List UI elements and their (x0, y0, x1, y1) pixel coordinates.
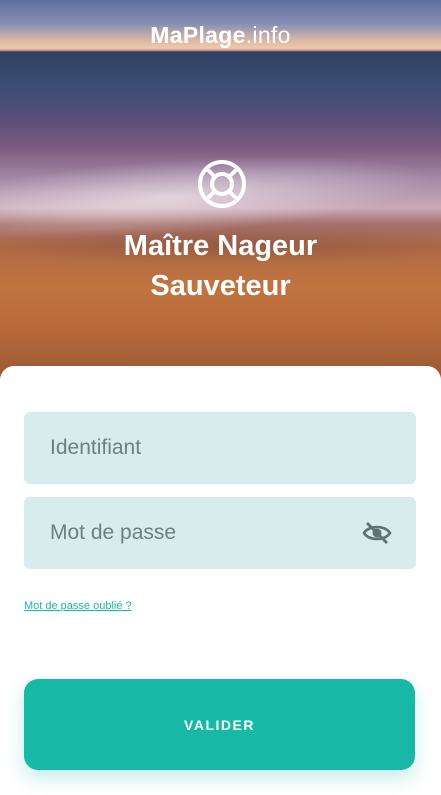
lifebuoy-icon (198, 160, 246, 208)
page-title: Maître Nageur Sauveteur (0, 226, 441, 306)
logo-tld: .info (245, 22, 291, 48)
submit-button[interactable]: VALIDER (24, 679, 415, 770)
username-field[interactable] (24, 412, 416, 484)
page-title-line2: Sauveteur (150, 270, 291, 302)
page-title-line1: Maître Nageur (123, 230, 318, 262)
logo-brand: MaPlage (150, 22, 246, 48)
password-input[interactable] (48, 520, 362, 546)
username-input[interactable] (48, 435, 392, 461)
app-logo: MaPlage.info (0, 22, 441, 49)
password-field[interactable] (24, 497, 416, 569)
forgot-password-link[interactable]: Mot de passe oublié ? (24, 600, 132, 612)
eye-off-icon[interactable] (362, 520, 392, 546)
